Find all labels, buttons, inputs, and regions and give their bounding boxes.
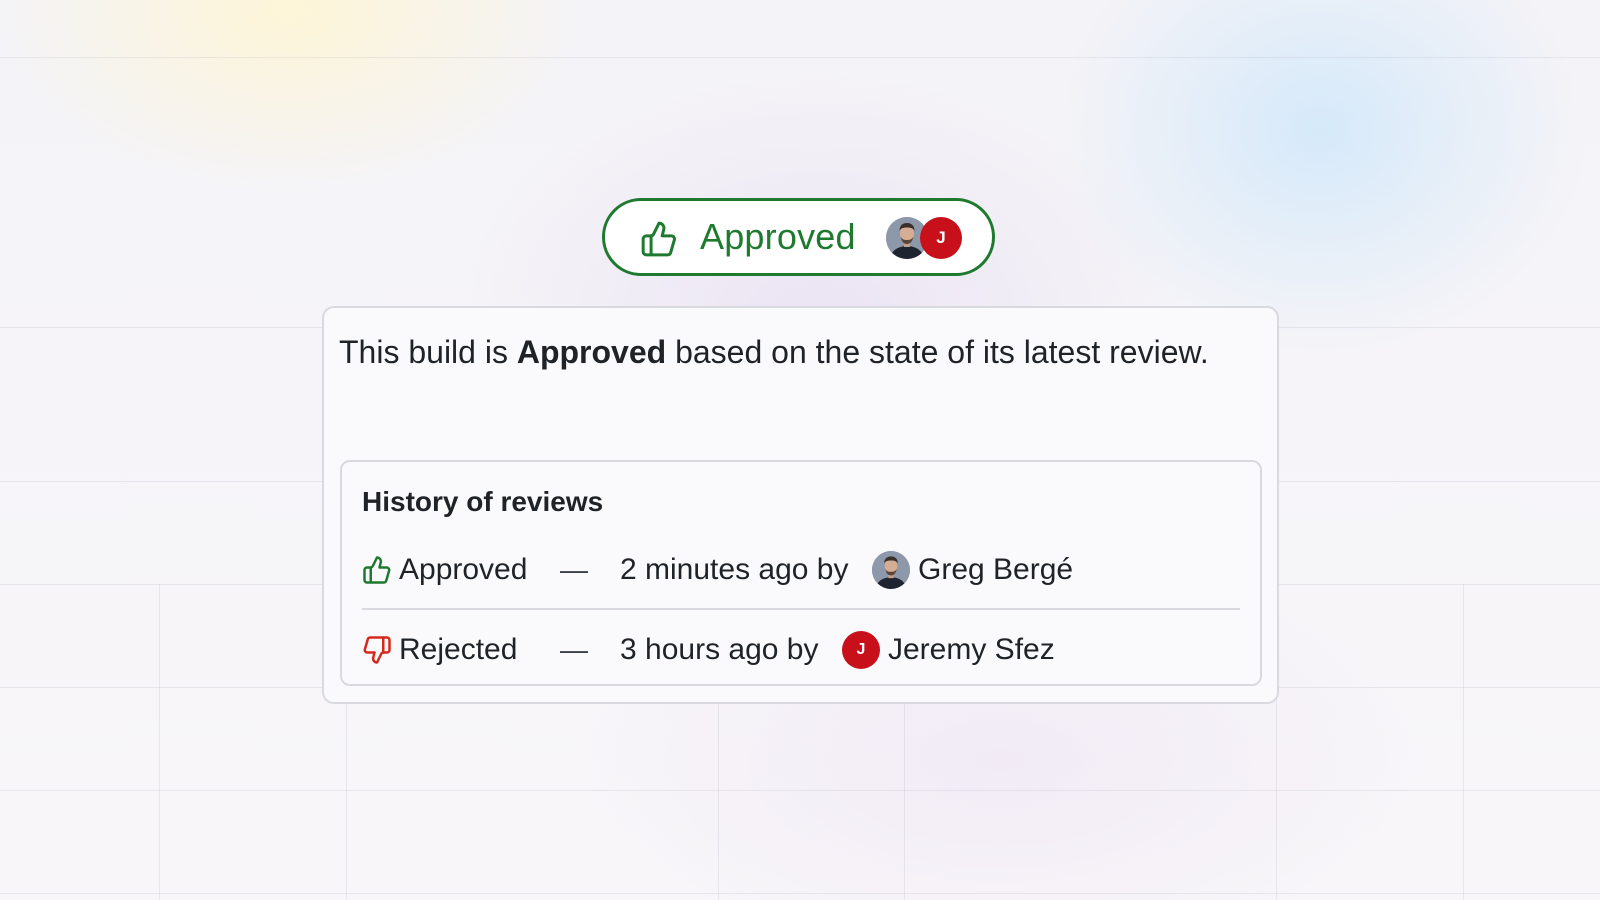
- thumbs-up-icon: [363, 556, 391, 584]
- reviewer-name: Jeremy Sfez: [888, 633, 1055, 666]
- avatar: J: [842, 631, 880, 669]
- separator: —: [560, 554, 588, 585]
- review-status: Rejected: [399, 633, 518, 666]
- review-time: 3 hours ago by: [620, 633, 819, 666]
- history-title: History of reviews: [362, 486, 604, 517]
- thumbs-down-icon: [363, 636, 391, 664]
- build-status-badge[interactable]: Approved J: [602, 198, 995, 276]
- avatar: [872, 551, 910, 589]
- review-row: Rejected — 3 hours ago by J Jeremy Sfez: [362, 620, 1240, 680]
- review-time: 2 minutes ago by: [620, 553, 849, 586]
- status-label: Approved: [700, 216, 856, 257]
- thumbs-up-icon: [641, 221, 676, 257]
- reviewer-avatars: J: [886, 217, 966, 259]
- review-status: Approved: [399, 553, 528, 586]
- review-history-panel: History of reviews Approved — 2 minutes …: [340, 460, 1262, 686]
- divider: [362, 608, 1240, 610]
- separator: —: [560, 634, 588, 665]
- review-state-card: This build is Approved based on the stat…: [322, 306, 1279, 704]
- build-state-description: This build is Approved based on the stat…: [339, 334, 1209, 370]
- avatar: J: [920, 217, 962, 259]
- reviewer-name: Greg Bergé: [918, 553, 1074, 586]
- review-row: Approved — 2 minutes ago by Greg Bergé: [362, 540, 1240, 600]
